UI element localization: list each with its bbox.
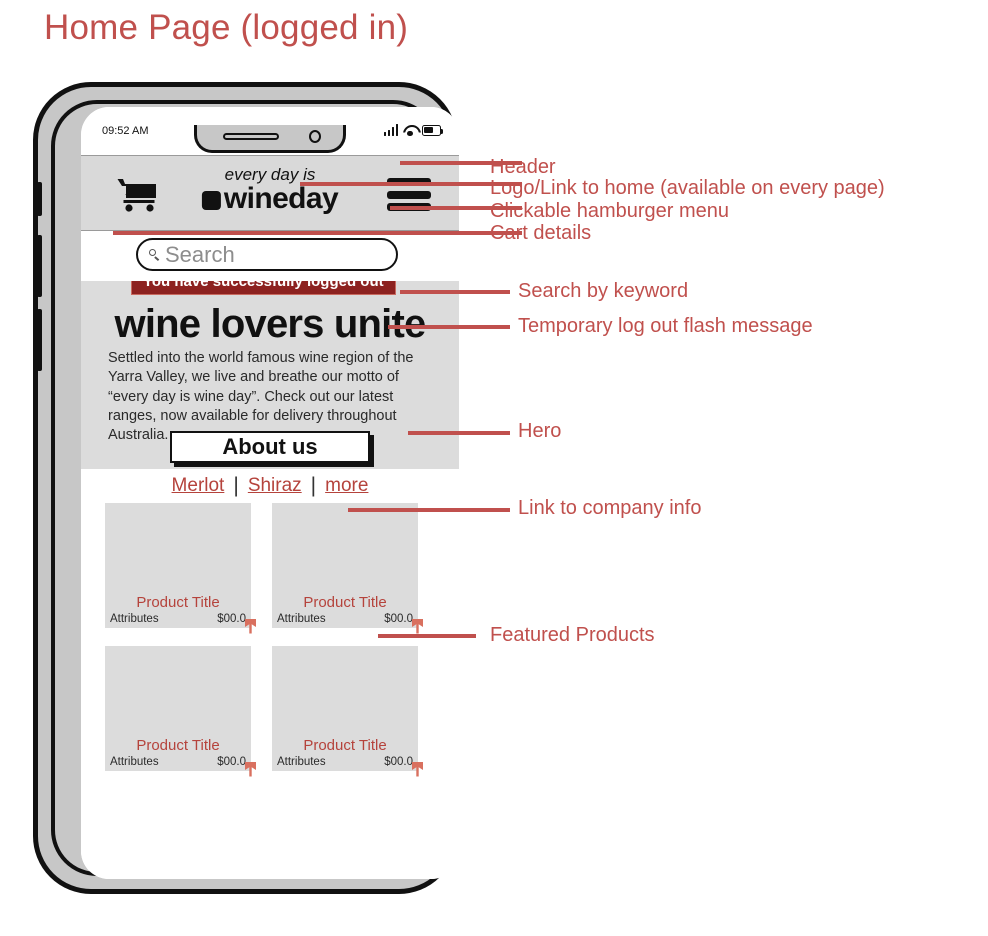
product-card[interactable]: Product Title Attributes $00.0 bbox=[105, 503, 256, 634]
product-title: Product Title bbox=[303, 593, 387, 611]
hero-heading: wine lovers unite bbox=[114, 302, 427, 346]
annotation-leader-hero bbox=[408, 431, 510, 435]
product-card[interactable]: Product Title Attributes $00.0 bbox=[272, 646, 423, 777]
annotation-leader-products bbox=[378, 634, 476, 638]
product-row: Product Title Attributes $00.0 Product T… bbox=[105, 503, 435, 634]
hero-section: You have successfully logged out wine lo… bbox=[81, 269, 459, 469]
phone-notch bbox=[194, 125, 346, 153]
search-input[interactable]: Search bbox=[136, 238, 398, 271]
logo-square-icon bbox=[201, 191, 221, 210]
hamburger-bar bbox=[387, 190, 431, 199]
search-section: Search bbox=[81, 231, 459, 281]
phone-frame: 09:52 AM every day is wineday Search You… bbox=[33, 82, 459, 894]
product-meta: Attributes $00.0 bbox=[105, 756, 251, 768]
annotation-leader-search bbox=[400, 290, 510, 294]
product-attributes: Attributes bbox=[277, 613, 326, 625]
product-meta: Attributes $00.0 bbox=[105, 613, 251, 625]
annotation-label-hero: Hero bbox=[518, 420, 562, 442]
earpiece-speaker-icon bbox=[223, 133, 279, 140]
annotation-leader-cart bbox=[113, 231, 522, 235]
phone-volume-down-button[interactable] bbox=[37, 235, 42, 297]
annotation-label-about: Link to company info bbox=[518, 497, 702, 519]
annotation-label-header: Header bbox=[490, 156, 556, 178]
annotation-label-flash: Temporary log out flash message bbox=[518, 315, 813, 337]
category-link-shiraz[interactable]: Shiraz bbox=[248, 475, 302, 497]
category-separator: | bbox=[310, 474, 317, 497]
product-price: $00.0 bbox=[217, 756, 246, 768]
category-links: Merlot | Shiraz | more bbox=[81, 469, 459, 503]
product-row: Product Title Attributes $00.0 Product T… bbox=[105, 646, 435, 777]
about-us-button[interactable]: About us bbox=[170, 431, 370, 463]
product-title: Product Title bbox=[136, 593, 220, 611]
annotation-label-products: Featured Products bbox=[490, 624, 655, 646]
category-separator: | bbox=[233, 474, 239, 497]
shopping-cart-icon[interactable] bbox=[114, 176, 158, 212]
product-title: Product Title bbox=[136, 736, 220, 754]
annotation-label-logo: Logo/Link to home (available on every pa… bbox=[490, 177, 885, 199]
page-title: Home Page (logged in) bbox=[44, 8, 409, 47]
status-time: 09:52 AM bbox=[102, 125, 149, 137]
annotation-leader-logo bbox=[300, 182, 522, 186]
search-icon bbox=[149, 249, 160, 260]
annotation-label-cart: Cart details bbox=[490, 222, 592, 244]
category-link-merlot[interactable]: Merlot bbox=[172, 475, 225, 497]
product-title: Product Title bbox=[303, 736, 387, 754]
logo-wordmark: wineday bbox=[201, 182, 339, 215]
product-price: $00.0 bbox=[217, 613, 246, 625]
phone-volume-up-button[interactable] bbox=[37, 309, 42, 371]
search-placeholder: Search bbox=[165, 241, 235, 267]
battery-icon bbox=[422, 125, 444, 136]
status-icons bbox=[383, 122, 444, 136]
phone-screen: 09:52 AM every day is wineday Search You… bbox=[81, 107, 459, 879]
product-price: $00.0 bbox=[384, 756, 413, 768]
signal-bars-icon bbox=[383, 124, 398, 136]
front-camera-icon bbox=[309, 130, 321, 143]
mockup-page: Home Page (logged in) 09:52 AM every day… bbox=[0, 0, 988, 936]
annotation-leader-flash bbox=[388, 325, 510, 329]
product-meta: Attributes $00.0 bbox=[272, 613, 418, 625]
product-card[interactable]: Product Title Attributes $00.0 bbox=[105, 646, 256, 777]
featured-products-grid: Product Title Attributes $00.0 Product T… bbox=[81, 503, 459, 879]
annotation-leader-about bbox=[348, 508, 510, 512]
product-card[interactable]: Product Title Attributes $00.0 bbox=[272, 503, 423, 634]
product-meta: Attributes $00.0 bbox=[272, 756, 418, 768]
product-attributes: Attributes bbox=[277, 756, 326, 768]
product-attributes: Attributes bbox=[110, 756, 159, 768]
logo-link-home[interactable]: every day is wineday bbox=[201, 165, 339, 215]
wifi-icon bbox=[403, 125, 417, 136]
logo-word: wineday bbox=[223, 182, 339, 215]
annotation-label-menu: Clickable hamburger menu bbox=[490, 200, 730, 222]
phone-silent-switch[interactable] bbox=[37, 182, 42, 216]
category-link-more[interactable]: more bbox=[325, 475, 368, 497]
annotation-label-search: Search by keyword bbox=[518, 280, 689, 302]
app-header: every day is wineday bbox=[81, 155, 459, 231]
product-price: $00.0 bbox=[384, 613, 413, 625]
logo-tagline: every day is bbox=[224, 165, 316, 184]
product-attributes: Attributes bbox=[110, 613, 159, 625]
